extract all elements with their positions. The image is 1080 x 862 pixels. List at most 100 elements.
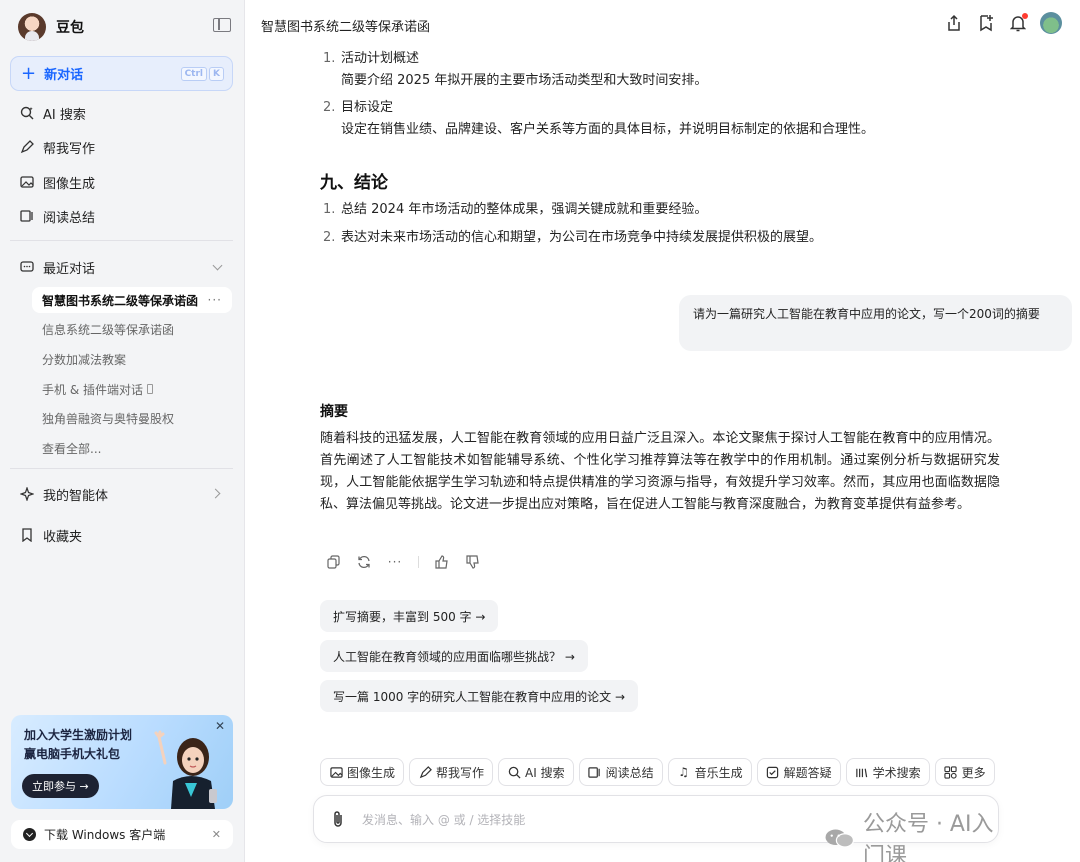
sidebar-item-image-gen[interactable]: 图像生成 bbox=[10, 167, 233, 197]
shortcut-key-ctrl: Ctrl bbox=[180, 67, 208, 81]
tool-reading[interactable]: 阅读总结 bbox=[578, 758, 663, 786]
regenerate-icon[interactable] bbox=[356, 554, 372, 570]
tool-academic[interactable]: 学术搜索 bbox=[845, 758, 930, 786]
promo-subtitle: 赢电脑手机大礼包 bbox=[24, 747, 121, 761]
more-grid-icon bbox=[944, 765, 958, 779]
recent-chat-title: 智慧图书系统二级等保承诺函 bbox=[42, 293, 199, 308]
list-number: 2. bbox=[323, 100, 336, 115]
new-chat-label: 新对话 bbox=[44, 68, 84, 83]
shortcut-key-k: K bbox=[209, 67, 224, 81]
new-chat-button[interactable]: + 新对话 Ctrl K bbox=[10, 56, 233, 91]
student-promo-banner[interactable]: 加入大学生激励计划 赢电脑手机大礼包 立即参与 → ✕ bbox=[11, 715, 233, 809]
attach-icon[interactable] bbox=[331, 810, 345, 832]
academic-icon bbox=[855, 765, 869, 779]
recent-chat-title: 独角兽融资与奥特曼股权 bbox=[42, 411, 175, 426]
suggestion-chip[interactable]: 人工智能在教育领域的应用面临哪些挑战？ → bbox=[320, 640, 588, 672]
suggestion-chip[interactable]: 扩写摘要，丰富到 500 字 → bbox=[320, 600, 499, 632]
message-composer: 公众号 · AI入门课 bbox=[313, 795, 999, 862]
view-all-link[interactable]: 查看全部... bbox=[32, 435, 232, 461]
more-dots-icon[interactable]: ··· bbox=[208, 293, 222, 307]
more-dots-icon[interactable]: ··· bbox=[387, 554, 403, 570]
recent-chats-label: 最近对话 bbox=[43, 261, 96, 277]
read-icon bbox=[588, 765, 602, 779]
sidebar-item-label: 阅读总结 bbox=[43, 210, 96, 226]
list-number: 1. bbox=[323, 202, 336, 217]
sidebar-item-label: 收藏夹 bbox=[43, 529, 83, 545]
answer-body: 随着科技的迅猛发展，人工智能在教育领域的应用日益广泛且深入。本论文聚焦于探讨人工… bbox=[320, 431, 1000, 512]
recent-chats-header[interactable]: 最近对话 bbox=[10, 252, 233, 282]
sidebar: 豆包 + 新对话 Ctrl K AI 搜索 帮我写作 图像生成 阅读总结 最近对… bbox=[0, 0, 245, 862]
download-label: 下载 Windows 客户端 bbox=[44, 828, 166, 842]
pen-icon bbox=[418, 765, 432, 779]
bell-icon[interactable] bbox=[1008, 12, 1028, 34]
recent-chat-title: 手机 & 插件端对话 bbox=[42, 382, 143, 397]
bookmark-icon bbox=[20, 528, 34, 542]
recent-chat-item[interactable]: 手机 & 插件端对话 bbox=[32, 376, 232, 402]
tool-image-gen[interactable]: 图像生成 bbox=[320, 758, 405, 786]
tool-music[interactable]: ♫ 音乐生成 bbox=[667, 758, 752, 786]
brand[interactable]: 豆包 bbox=[18, 12, 84, 42]
bookmark-add-icon[interactable] bbox=[976, 12, 996, 34]
recent-chat-title: 信息系统二级等保承诺函 bbox=[42, 322, 175, 337]
tool-label: AI 搜索 bbox=[525, 765, 565, 780]
promo-title: 加入大学生激励计划 bbox=[24, 728, 133, 742]
skill-toolbar: 图像生成 帮我写作 AI 搜索 阅读总结 ♫ 音乐生成 解题答疑 学术搜索 更多 bbox=[320, 758, 995, 786]
watermark: 公众号 · AI入门课 bbox=[824, 806, 998, 862]
top-actions bbox=[944, 12, 1062, 34]
suggestion-chip[interactable]: 写一篇 1000 字的研究人工智能在教育中应用的论文 → bbox=[320, 680, 639, 712]
phone-icon bbox=[147, 384, 153, 394]
image-icon bbox=[329, 765, 343, 779]
notification-dot bbox=[1022, 13, 1028, 19]
main-panel: 智慧图书系统二级等保承诺函 1. 活动计划概述 简要介绍 2025 年拟开展的主… bbox=[245, 0, 1080, 862]
list-item-desc: 设定在销售业绩、品牌建设、客户关系等方面的具体目标，并说明目标制定的依据和合理性… bbox=[341, 122, 875, 137]
wechat-logo-icon bbox=[825, 829, 854, 848]
top-bar: 智慧图书系统二级等保承诺函 bbox=[245, 0, 1080, 48]
pen-icon bbox=[20, 140, 34, 154]
download-icon bbox=[23, 828, 36, 841]
tool-more[interactable]: 更多 bbox=[934, 758, 995, 786]
plus-icon: + bbox=[21, 62, 37, 84]
user-message-bubble: 请为一篇研究人工智能在教育中应用的论文，写一个200词的摘要 bbox=[679, 295, 1072, 351]
ai-search-icon bbox=[507, 765, 521, 779]
message-input[interactable] bbox=[362, 810, 802, 830]
thumbs-down-icon[interactable] bbox=[465, 554, 481, 570]
message-actions: ··· bbox=[325, 554, 481, 570]
thumbs-up-icon[interactable] bbox=[434, 554, 450, 570]
chevron-down-icon[interactable] bbox=[212, 260, 223, 271]
list-number: 2. bbox=[323, 230, 336, 245]
recent-chat-item[interactable]: 独角兽融资与奥特曼股权 bbox=[32, 405, 232, 431]
close-icon[interactable]: ✕ bbox=[215, 719, 225, 733]
recent-chat-item[interactable]: 分数加减法教案 bbox=[32, 346, 232, 372]
sidebar-item-favorites[interactable]: 收藏夹 bbox=[10, 520, 233, 550]
chat-bubble-icon bbox=[20, 260, 34, 274]
copy-icon[interactable] bbox=[325, 554, 341, 570]
tool-solve[interactable]: 解题答疑 bbox=[756, 758, 841, 786]
read-icon bbox=[20, 209, 34, 223]
recent-chat-item[interactable]: 信息系统二级等保承诺函 bbox=[32, 316, 232, 342]
recent-chat-item[interactable]: 智慧图书系统二级等保承诺函 ··· bbox=[32, 287, 232, 313]
download-client-button[interactable]: 下载 Windows 客户端 ✕ bbox=[11, 820, 233, 849]
tool-label: 帮我写作 bbox=[436, 765, 485, 780]
app-name: 豆包 bbox=[56, 20, 84, 36]
sidebar-item-reading[interactable]: 阅读总结 bbox=[10, 201, 233, 231]
promo-join-button[interactable]: 立即参与 → bbox=[22, 774, 99, 798]
tool-label: 学术搜索 bbox=[872, 765, 921, 780]
list-item-title: 目标设定 bbox=[341, 100, 394, 115]
sidebar-item-my-agents[interactable]: 我的智能体 bbox=[10, 479, 233, 509]
user-avatar[interactable] bbox=[1040, 12, 1062, 34]
list-number: 1. bbox=[323, 51, 336, 66]
image-icon bbox=[20, 175, 34, 189]
view-all-label: 查看全部... bbox=[42, 441, 102, 456]
sidebar-item-writing[interactable]: 帮我写作 bbox=[10, 132, 233, 162]
sidebar-collapse-icon[interactable] bbox=[213, 18, 231, 32]
tool-writing[interactable]: 帮我写作 bbox=[409, 758, 494, 786]
close-icon[interactable]: ✕ bbox=[212, 828, 221, 841]
ai-search-icon bbox=[20, 106, 34, 120]
tool-label: 图像生成 bbox=[347, 765, 396, 780]
sparkle-icon bbox=[20, 487, 34, 501]
sidebar-item-ai-search[interactable]: AI 搜索 bbox=[10, 98, 233, 128]
tool-ai-search[interactable]: AI 搜索 bbox=[498, 758, 574, 786]
chevron-right-icon bbox=[210, 488, 221, 499]
tool-label: 解题答疑 bbox=[783, 765, 832, 780]
share-icon[interactable] bbox=[944, 12, 964, 34]
